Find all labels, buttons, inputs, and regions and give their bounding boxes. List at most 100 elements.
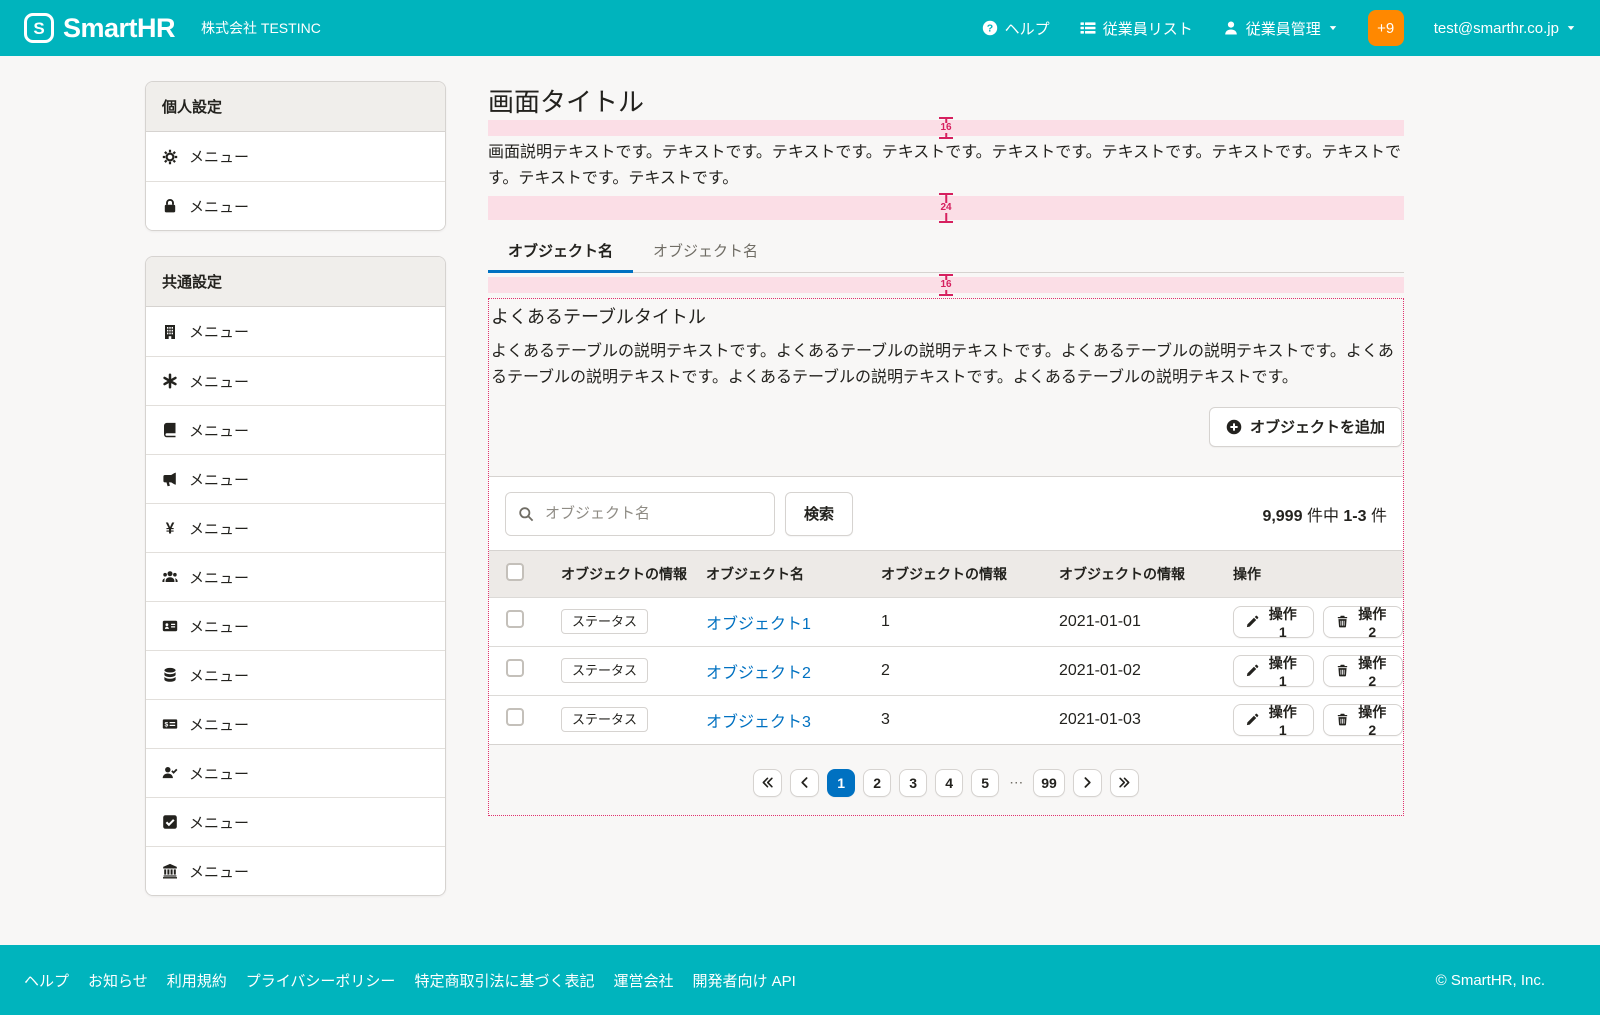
top-nav: ヘルプ 従業員リスト 従業員管理 +9 test@smarthr.co.jp [982,10,1576,46]
landmark-icon [162,863,178,879]
footer: ヘルプ お知らせ 利用規約 プライバシーポリシー 特定商取引法に基づく表記 運営… [0,945,1600,1015]
pagination-page-1[interactable]: 1 [827,769,855,797]
spacing-marker-16: 16 [488,120,1404,136]
page-description: 画面説明テキストです。テキストです。テキストです。テキストです。テキストです。テ… [488,140,1404,192]
chevron-right-icon [1081,776,1094,789]
table-section-description: よくあるテーブルの説明テキストです。よくあるテーブルの説明テキストです。よくある… [489,339,1403,391]
pagination-prev-button[interactable] [790,769,819,797]
sidebar-item-menu[interactable]: メニュー [146,797,445,846]
sidebar-item-menu[interactable]: メニュー [146,405,445,454]
search-button[interactable]: 検索 [785,492,853,536]
object-link[interactable]: オブジェクト2 [706,665,811,682]
pencil-icon [1246,713,1259,726]
sidebar-item-menu[interactable]: メニュー [146,699,445,748]
footer-link-help[interactable]: ヘルプ [24,970,69,991]
table-section: よくあるテーブルタイトル よくあるテーブルの説明テキストです。よくあるテーブルの… [488,298,1404,815]
object-link[interactable]: オブジェクト1 [706,616,811,633]
sidebar-item-menu[interactable]: メニュー [146,601,445,650]
edit-action-button[interactable]: 操作1 [1233,704,1314,736]
sidebar-item-menu[interactable]: メニュー [146,356,445,405]
copyright: © SmartHR, Inc. [1436,972,1545,989]
result-count: 9,999 件中 1-3 件 [1262,502,1387,526]
yen-icon [162,520,178,536]
footer-link-company[interactable]: 運営会社 [613,970,673,991]
delete-action-button[interactable]: 操作2 [1323,655,1404,687]
sidebar-item-menu[interactable]: メニュー [146,307,445,356]
row-checkbox[interactable] [506,610,524,628]
pencil-icon [1246,664,1259,677]
table-row: ステータス オブジェクト1 1 2021-01-01 操作1 操作2 [489,597,1403,646]
sidebar-item-menu[interactable]: メニュー [146,454,445,503]
sidebar-section-personal: 個人設定 メニュー メニュー [145,81,446,231]
table-header-row: オブジェクトの情報 オブジェクト名 オブジェクトの情報 オブジェクトの情報 操作 [489,550,1403,597]
caret-down-icon [1328,23,1338,33]
object-date: 2021-01-02 [1059,662,1233,680]
person-icon [1223,20,1239,36]
object-info: 1 [881,613,1059,631]
pagination: 1 2 3 4 5 ⋯ 99 [489,769,1403,797]
main-panel: 画面タイトル 16 画面説明テキストです。テキストです。テキストです。テキストで… [488,81,1404,945]
trash-icon [1336,615,1349,628]
select-all-checkbox[interactable] [506,563,524,581]
sidebar-item-menu[interactable]: メニュー [146,503,445,552]
footer-link-developer-api[interactable]: 開発者向け API [692,970,795,991]
sidebar-item-menu[interactable]: メニュー [146,132,445,181]
smarthr-logo-icon: S [24,13,54,43]
footer-link-privacy[interactable]: プライバシーポリシー [246,970,396,991]
nav-employee-admin-dropdown[interactable]: 従業員管理 [1223,18,1338,39]
nav-employee-list[interactable]: 従業員リスト [1080,18,1193,39]
pagination-page-4[interactable]: 4 [935,769,963,797]
column-header: オブジェクトの情報 [561,564,706,584]
pagination-first-button[interactable] [753,769,782,797]
nav-help[interactable]: ヘルプ [982,18,1050,39]
delete-action-button[interactable]: 操作2 [1323,704,1404,736]
search-icon [518,506,534,522]
pagination-ellipsis: ⋯ [1007,774,1025,791]
footer-link-terms[interactable]: 利用規約 [167,970,227,991]
pagination-page-5[interactable]: 5 [971,769,999,797]
sidebar-item-menu[interactable]: メニュー [146,846,445,895]
pagination-last-button[interactable] [1110,769,1139,797]
pagination-page-3[interactable]: 3 [899,769,927,797]
lock-icon [162,198,178,214]
sidebar-item-menu[interactable]: メニュー [146,552,445,601]
row-checkbox[interactable] [506,708,524,726]
asterisk-icon [162,373,178,389]
delete-action-button[interactable]: 操作2 [1323,606,1404,638]
smarthr-logo[interactable]: S SmartHR [24,13,175,44]
edit-action-button[interactable]: 操作1 [1233,606,1314,638]
sidebar-item-menu[interactable]: メニュー [146,181,445,230]
plus-circle-icon [1226,419,1242,435]
trash-icon [1336,664,1349,677]
chevron-left-icon [798,776,811,789]
table-row: ステータス オブジェクト2 2 2021-01-02 操作1 操作2 [489,646,1403,695]
column-header: オブジェクトの情報 [881,564,1059,584]
column-header: オブジェクト名 [706,564,881,584]
footer-link-commerce-law[interactable]: 特定商取引法に基づく表記 [414,970,594,991]
sidebar-item-menu[interactable]: メニュー [146,748,445,797]
pagination-next-button[interactable] [1073,769,1102,797]
tab-bar: オブジェクト名 オブジェクト名 [488,228,1404,273]
tab-object-name-active[interactable]: オブジェクト名 [488,228,633,272]
object-link[interactable]: オブジェクト3 [706,714,811,731]
column-header: 操作 [1233,564,1403,584]
pagination-page-2[interactable]: 2 [863,769,891,797]
sidebar-item-menu[interactable]: メニュー [146,650,445,699]
add-object-button[interactable]: オブジェクトを追加 [1209,407,1402,447]
footer-link-news[interactable]: お知らせ [88,970,148,991]
tab-object-name[interactable]: オブジェクト名 [633,228,778,272]
notification-badge[interactable]: +9 [1368,10,1404,46]
status-tag: ステータス [561,707,648,733]
row-checkbox[interactable] [506,659,524,677]
double-chevron-left-icon [761,776,774,789]
search-input[interactable] [543,504,762,523]
edit-action-button[interactable]: 操作1 [1233,655,1314,687]
pencil-icon [1246,615,1259,628]
pagination-page-99[interactable]: 99 [1033,769,1065,797]
object-info: 2 [881,662,1059,680]
money-check-icon [162,716,178,732]
account-menu-dropdown[interactable]: test@smarthr.co.jp [1434,20,1576,37]
bullhorn-icon [162,471,178,487]
caret-down-icon [1566,23,1576,33]
users-group-icon [162,569,178,585]
